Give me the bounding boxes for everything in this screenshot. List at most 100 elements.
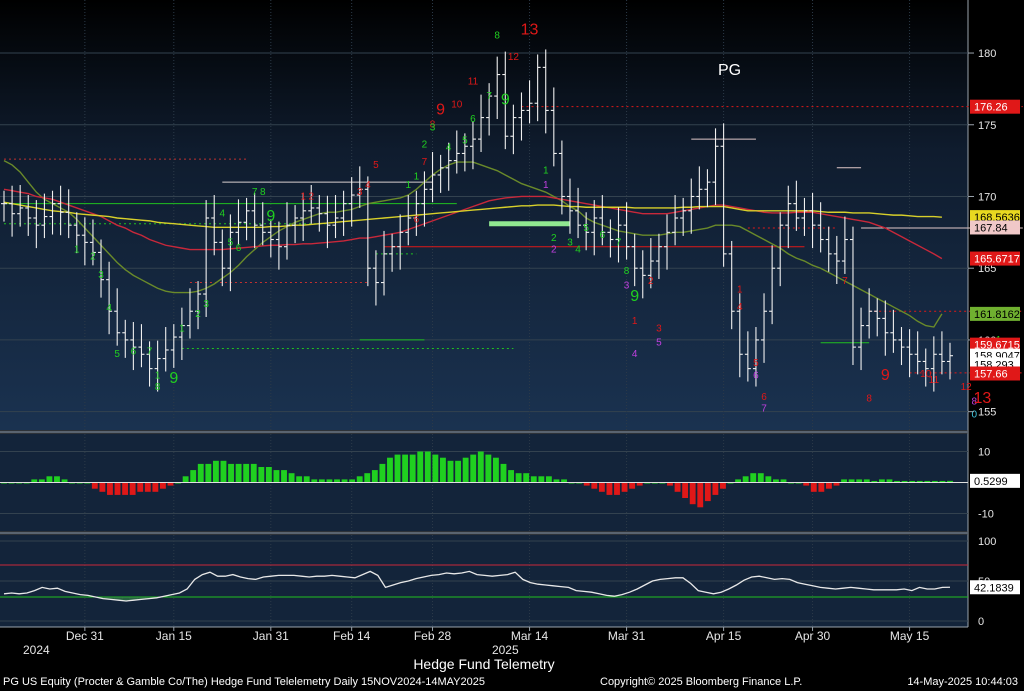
count-label: 3 bbox=[357, 187, 363, 198]
count-label: 7 bbox=[616, 237, 622, 248]
footer-timestamp: 14-May-2025 10:44:03 bbox=[907, 676, 1018, 688]
momentum-bar bbox=[371, 470, 378, 483]
count-label: 3 bbox=[98, 270, 104, 281]
momentum-bar bbox=[364, 473, 371, 483]
momentum-bar bbox=[288, 473, 295, 483]
momentum-bar bbox=[470, 454, 477, 483]
x-tick-label: May 15 bbox=[890, 629, 930, 643]
count-label: 3 bbox=[430, 122, 436, 133]
count-label: 1 bbox=[737, 285, 743, 296]
count-label: 4 bbox=[365, 180, 371, 191]
chart-canvas[interactable]: 1895 6 743211234567 891 2 3456789 101112131123… bbox=[0, 0, 1024, 691]
momentum-bar bbox=[152, 482, 159, 492]
momentum-bar bbox=[704, 482, 711, 502]
momentum-bar bbox=[402, 454, 409, 483]
momentum-bar bbox=[182, 476, 189, 483]
count-label: 1 bbox=[414, 171, 420, 182]
momentum-tick-label: -10 bbox=[978, 509, 994, 521]
momentum-bar bbox=[720, 482, 726, 489]
count-label: 6 bbox=[470, 114, 476, 125]
momentum-bar bbox=[508, 470, 514, 483]
year-label: 2025 bbox=[492, 643, 519, 657]
count-label: 1 bbox=[179, 323, 185, 334]
momentum-bar bbox=[538, 476, 545, 483]
count-label: 7 bbox=[761, 404, 767, 415]
count-label: 10 bbox=[451, 100, 463, 111]
momentum-bar bbox=[440, 457, 446, 483]
momentum-bar bbox=[205, 463, 212, 483]
count-label: 7 bbox=[486, 91, 492, 102]
momentum-bar bbox=[296, 476, 303, 483]
count-label: 7 bbox=[422, 157, 428, 168]
momentum-bar bbox=[99, 482, 106, 492]
count-label: 1 bbox=[300, 191, 306, 202]
count-label: 2 bbox=[551, 244, 557, 255]
count-label: 9 bbox=[266, 208, 275, 225]
momentum-bar bbox=[614, 482, 620, 495]
momentum-bar bbox=[144, 482, 151, 492]
count-label: 11 bbox=[929, 375, 940, 386]
oscillator-tick-label: 100 bbox=[978, 536, 996, 548]
momentum-bar bbox=[485, 454, 492, 483]
momentum-bar bbox=[477, 451, 484, 483]
count-label: 7 bbox=[252, 187, 258, 198]
momentum-bar bbox=[765, 476, 772, 483]
momentum-bar bbox=[629, 482, 636, 489]
count-label: 11 bbox=[468, 77, 479, 88]
count-label: 6 bbox=[236, 243, 242, 254]
momentum-bar bbox=[228, 463, 234, 483]
momentum-bar bbox=[515, 473, 522, 483]
count-label: 2 bbox=[195, 309, 201, 320]
momentum-bar bbox=[750, 473, 757, 483]
momentum-bar bbox=[591, 482, 598, 489]
oscillator-tag: 42.1839 bbox=[974, 582, 1014, 594]
momentum-bar bbox=[265, 467, 272, 483]
count-label: 3 bbox=[656, 323, 662, 334]
count-label: 6 bbox=[131, 346, 137, 357]
momentum-bar bbox=[107, 482, 113, 495]
price-tick-label: 180 bbox=[978, 48, 996, 60]
x-tick-label: Apr 15 bbox=[706, 629, 742, 643]
count-label: 4 bbox=[575, 244, 581, 255]
momentum-bar bbox=[432, 454, 439, 483]
momentum-bar bbox=[598, 482, 605, 492]
price-tick-label: 155 bbox=[978, 407, 996, 419]
x-tick-label: Dec 31 bbox=[66, 629, 104, 643]
x-tick-label: Jan 31 bbox=[253, 629, 289, 643]
momentum-bar bbox=[54, 476, 60, 483]
momentum-bar bbox=[303, 476, 310, 483]
count-label: 9 bbox=[169, 370, 178, 387]
count-label: 5 bbox=[228, 237, 234, 248]
momentum-bar bbox=[682, 482, 689, 498]
price-tag: 161.8162 bbox=[974, 309, 1020, 321]
price-tag: 157.66 bbox=[974, 368, 1008, 380]
count-label: 6 bbox=[761, 392, 767, 403]
momentum-bar bbox=[273, 470, 280, 483]
count-label: 6 bbox=[600, 230, 606, 241]
count-label: 13 bbox=[521, 21, 539, 38]
momentum-bar bbox=[379, 463, 386, 483]
count-label: 0 bbox=[971, 409, 977, 420]
count-label: 5 bbox=[656, 338, 662, 349]
momentum-bar bbox=[697, 482, 704, 508]
count-label: 9 bbox=[436, 102, 445, 119]
count-label: 5 bbox=[114, 349, 120, 360]
count-label: 2 bbox=[648, 276, 654, 287]
momentum-bar bbox=[243, 463, 250, 483]
momentum-bar bbox=[250, 463, 257, 483]
momentum-bar bbox=[818, 482, 825, 492]
momentum-bar bbox=[197, 463, 204, 483]
momentum-bar bbox=[129, 482, 136, 495]
momentum-bar bbox=[462, 457, 469, 483]
count-label: 6 bbox=[414, 214, 420, 225]
momentum-bar bbox=[523, 473, 530, 483]
price-tick-label: 170 bbox=[978, 191, 996, 203]
count-label: 3 bbox=[624, 280, 630, 291]
year-label: 2024 bbox=[23, 643, 50, 657]
count-label: 2 bbox=[422, 140, 428, 151]
momentum-bar bbox=[424, 451, 431, 483]
momentum-bar bbox=[235, 463, 242, 483]
momentum-bar bbox=[712, 482, 719, 495]
count-label: 1 bbox=[543, 166, 549, 177]
count-label: 8 bbox=[866, 394, 872, 405]
